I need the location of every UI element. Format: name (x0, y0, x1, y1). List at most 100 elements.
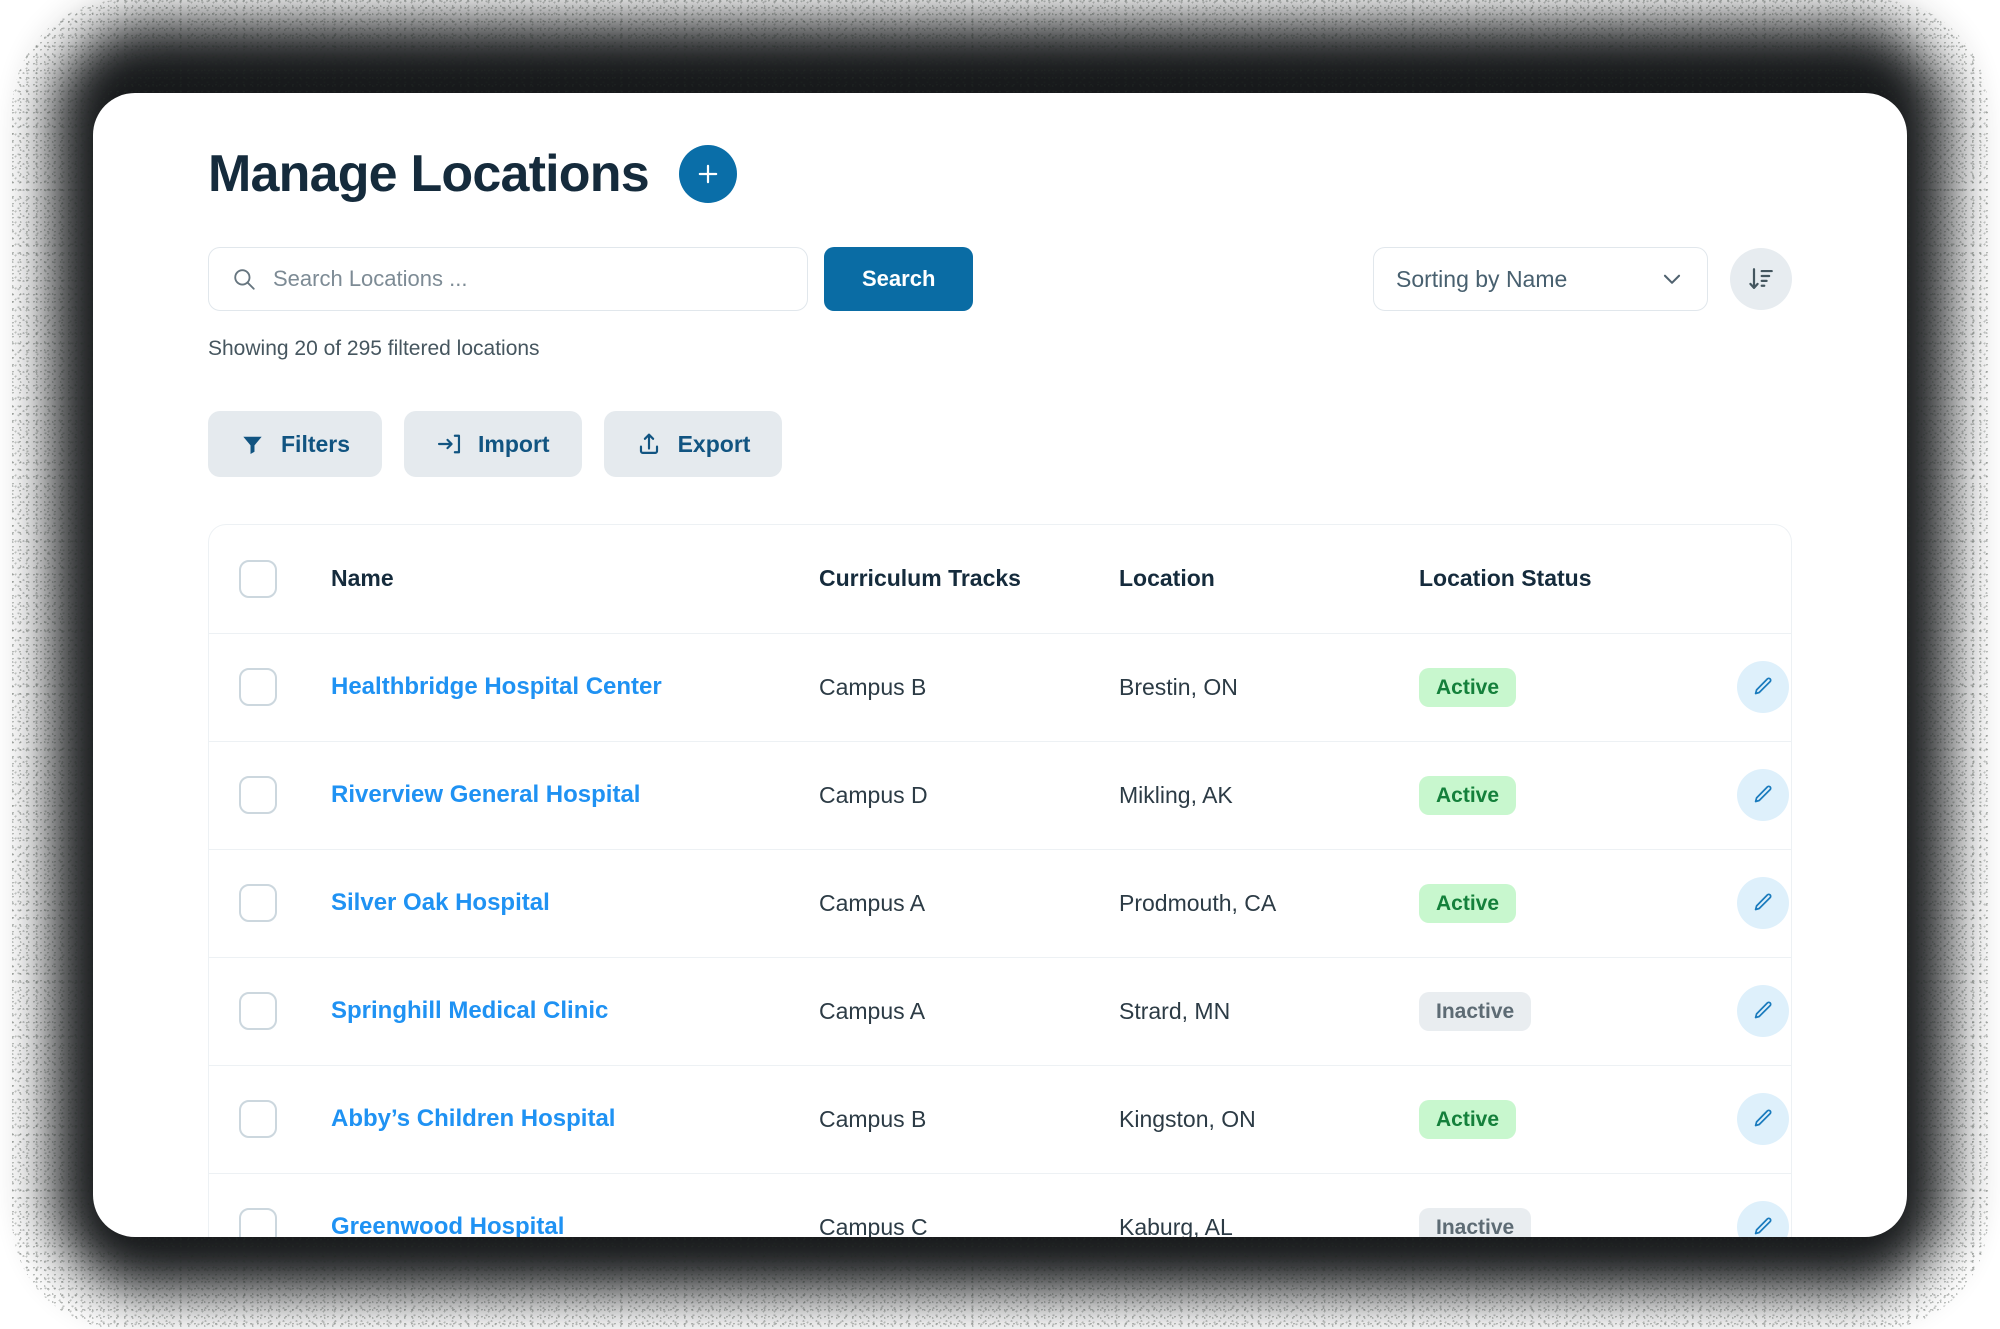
edit-pencil-icon (1754, 677, 1772, 695)
row-checkbox[interactable] (239, 992, 277, 1030)
row-location-cell: Brestin, ON (1119, 633, 1419, 742)
import-button-label: Import (478, 430, 550, 457)
status-badge: Active (1419, 775, 1517, 815)
row-checkbox[interactable] (239, 1100, 277, 1138)
row-track-cell: Campus C (819, 1213, 928, 1237)
filters-button-label: Filters (281, 430, 351, 457)
table-body: Healthbridge Hospital Center Campus B Bres… (209, 633, 1791, 1237)
search-icon (234, 269, 255, 290)
row-status-cell: Inactive (1419, 1173, 1729, 1237)
select-all-header (209, 525, 331, 634)
sort-controls: Sorting by Name (1373, 247, 1792, 311)
row-location-cell: Kaburg, AL (1119, 1213, 1233, 1237)
edit-location-button[interactable] (1737, 661, 1789, 713)
row-track-cell: Campus B (819, 1065, 1119, 1174)
row-name-cell: Springhill Medical Clinic (331, 957, 819, 1066)
location-name-link[interactable]: Greenwood Hospital (331, 1213, 564, 1237)
sorting-select[interactable]: Sorting by Name (1373, 247, 1708, 311)
edit-location-button[interactable] (1737, 1093, 1789, 1145)
row-track-cell: Campus B (819, 633, 1119, 742)
edit-pencil-icon (1754, 1109, 1772, 1127)
search-box[interactable] (208, 247, 808, 311)
row-select-cell (209, 1173, 331, 1237)
sort-direction-button[interactable] (1730, 248, 1792, 310)
row-name-cell: Abby’s Children Hospital (331, 1065, 819, 1174)
row-actions-cell (1729, 1173, 1791, 1237)
status-badge: Active (1419, 667, 1517, 707)
table-row: Healthbridge Hospital Center Campus B Bres… (209, 633, 1791, 742)
table-row: Abby’s Children Hospital Campus B Kingston… (209, 1065, 1791, 1174)
column-header-location: Location (1119, 525, 1419, 634)
edit-location-button[interactable] (1737, 1201, 1789, 1237)
row-status-cell: Active (1419, 633, 1729, 742)
column-header-name: Name (331, 525, 819, 634)
row-select-cell (209, 741, 331, 850)
row-location-cell: Kingston, ON (1119, 1065, 1419, 1174)
row-name-cell: Riverview General Hospital (331, 741, 819, 850)
row-name-cell: Silver Oak Hospital (331, 849, 819, 958)
locations-table: Name Curriculum Tracks Location Location… (209, 525, 1791, 1237)
row-select-cell (209, 1065, 331, 1174)
edit-pencil-icon (1754, 893, 1772, 911)
search-toolbar: Search Sorting by Name (93, 203, 1907, 311)
edit-location-button[interactable] (1737, 877, 1789, 929)
row-checkbox[interactable] (239, 776, 277, 814)
row-location-cell: Mikling, AK (1119, 741, 1419, 850)
location-name-link[interactable]: Riverview General Hospital (331, 781, 640, 808)
location-name-link[interactable]: Silver Oak Hospital (331, 889, 550, 916)
search-input[interactable] (273, 248, 807, 310)
row-status-cell: Active (1419, 741, 1729, 850)
table-row: Greenwood Hospital Campus C Kaburg, AL Inac… (209, 1173, 1791, 1237)
edit-location-button[interactable] (1737, 769, 1789, 821)
locations-table-container: Name Curriculum Tracks Location Location… (208, 524, 1792, 1237)
screen: Manage Locations Search Locations ... Se… (0, 0, 2000, 1329)
table-header-row: Name Curriculum Tracks Location Location… (209, 525, 1791, 634)
location-name-link[interactable]: Abby’s Children Hospital (331, 1105, 615, 1132)
row-actions-cell (1729, 741, 1791, 850)
table-row: Silver Oak Hospital Campus A Prodmouth, CA… (209, 849, 1791, 958)
row-track-cell: Campus D (819, 741, 1119, 850)
row-location-cell: Prodmouth, CA (1119, 849, 1419, 958)
row-location-cell: Strard, MN (1119, 957, 1419, 1066)
sort-descending-icon (1749, 268, 1773, 289)
sorting-select-value: Sorting by Name (1396, 265, 1568, 292)
row-select-cell (209, 957, 331, 1066)
row-actions-cell (1729, 957, 1791, 1066)
filter-icon (243, 436, 262, 454)
status-badge: Active (1419, 883, 1517, 923)
location-name-link[interactable]: Healthbridge Hospital Center (331, 673, 662, 700)
column-header-actions (1729, 525, 1791, 634)
row-track-cell: Campus A (819, 957, 1119, 1066)
select-all-checkbox[interactable] (239, 559, 277, 598)
row-checkbox[interactable] (239, 884, 277, 922)
chevron-down-icon (1663, 274, 1681, 284)
row-checkbox[interactable] (239, 1208, 277, 1237)
export-icon (639, 433, 658, 454)
row-name-cell: Greenwood Hospital (331, 1173, 819, 1237)
row-status-cell: Active (1419, 1065, 1729, 1174)
search-button[interactable]: Search (824, 247, 974, 311)
export-button[interactable]: Export (603, 411, 783, 477)
filters-button[interactable]: Filters (208, 411, 383, 477)
row-select-cell (209, 849, 331, 958)
row-select-cell (209, 633, 331, 742)
add-location-button[interactable] (678, 145, 737, 203)
table-row: Springhill Medical Clinic Campus A Strard,… (209, 957, 1791, 1066)
edit-pencil-icon (1754, 785, 1772, 803)
table-row: Riverview General Hospital Campus D Miklin… (209, 741, 1791, 850)
row-status-cell: Inactive (1419, 957, 1729, 1066)
status-badge: Inactive (1419, 991, 1532, 1031)
row-name-cell: Healthbridge Hospital Center (331, 633, 819, 742)
row-actions-cell (1729, 1065, 1791, 1174)
row-checkbox[interactable] (239, 668, 277, 706)
location-name-link[interactable]: Springhill Medical Clinic (331, 997, 608, 1024)
row-track-cell: Campus A (819, 849, 1119, 958)
import-button[interactable]: Import (404, 411, 582, 477)
results-summary: Showing 20 of 295 filtered locations (208, 337, 540, 360)
edit-location-button[interactable] (1737, 985, 1789, 1037)
column-header-curriculum-tracks: Curriculum Tracks (819, 525, 1119, 634)
import-icon (437, 434, 461, 454)
row-actions-cell (1729, 633, 1791, 742)
status-badge: Inactive (1419, 1207, 1532, 1237)
table-actions: Filters Import Export (93, 361, 1907, 477)
